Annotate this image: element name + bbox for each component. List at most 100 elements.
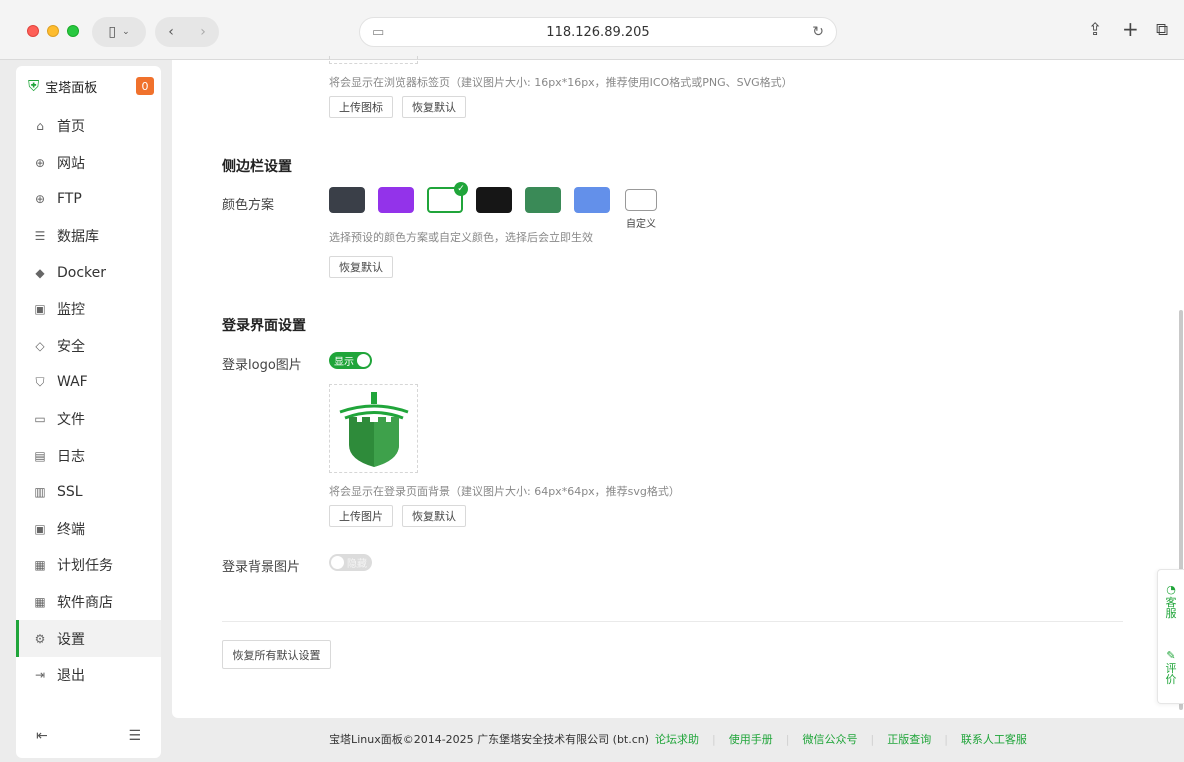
sidebar-item-apps[interactable]: ▦ 软件商店 <box>16 584 161 621</box>
ftp-icon: ⊕ <box>34 192 46 207</box>
swatch-purple[interactable] <box>378 187 414 213</box>
footer-link-forum[interactable]: 论坛求助 <box>655 731 699 747</box>
footer-link-human-support[interactable]: 联系人工客服 <box>961 731 1027 747</box>
sidebar-item-log[interactable]: ▤ 日志 <box>16 437 161 474</box>
login-logo-hint: 将会显示在登录页面背景（建议图片大小: 64px*64px，推荐svg格式） <box>329 485 680 498</box>
notification-badge[interactable]: 0 <box>136 77 154 95</box>
sidebar-item-waf[interactable]: ⛉ WAF <box>16 364 161 401</box>
toggle-on-text: 显示 <box>334 357 354 368</box>
bt-logo-icon: ⛨ <box>28 77 40 95</box>
sidebar-toggle-button[interactable]: ▯ ⌄ <box>92 17 146 47</box>
minimize-window-button[interactable] <box>47 25 59 37</box>
reload-icon[interactable]: ↻ <box>812 24 824 40</box>
sidebar-item-label: 软件商店 <box>57 595 113 612</box>
reset-sidebar-colors-button[interactable]: 恢复默认 <box>329 256 393 278</box>
sidebar-item-ssl[interactable]: ▥ SSL <box>16 474 161 511</box>
sidebar-item-logout[interactable]: ⇥ 退出 <box>16 657 161 694</box>
login-background-label: 登录背景图片 <box>222 560 301 575</box>
menu-list-icon[interactable]: ☰ <box>128 728 141 744</box>
bt-castle-logo-icon <box>339 392 409 467</box>
docker-icon: ◆ <box>35 265 45 280</box>
footer-separator: | <box>712 732 716 746</box>
footer-link-wechat[interactable]: 微信公众号 <box>802 731 857 747</box>
footer-separator: | <box>944 732 948 746</box>
sidebar-item-shield[interactable]: ◇ 安全 <box>16 328 161 365</box>
divider <box>222 621 1123 622</box>
sidebar-item-label: Docker <box>57 264 107 281</box>
apps-icon: ▦ <box>34 595 46 610</box>
gear-icon: ⚙ <box>34 631 46 646</box>
color-scheme-label: 颜色方案 <box>222 198 275 213</box>
logout-icon: ⇥ <box>34 668 46 683</box>
settings-content <box>172 60 1184 718</box>
log-icon: ▤ <box>34 448 46 463</box>
login-settings-title: 登录界面设置 <box>222 318 306 334</box>
reset-all-settings-button[interactable]: 恢复所有默认设置 <box>222 640 331 669</box>
browser-toolbar: ▯ ⌄ ‹ › ▭ 118.126.89.205 ↻ ⇪ + ⧉ <box>0 0 1184 60</box>
tab-overview-icon[interactable]: ⧉ <box>1156 20 1168 40</box>
close-window-button[interactable] <box>27 25 39 37</box>
swatch-custom[interactable] <box>625 189 657 211</box>
login-logo-toggle[interactable]: 显示 <box>329 352 372 369</box>
sidebar-item-docker[interactable]: ◆ Docker <box>16 254 161 291</box>
sidebar-item-globe[interactable]: ⊕ 网站 <box>16 145 161 182</box>
login-logo-label: 登录logo图片 <box>222 358 302 373</box>
url-text: 118.126.89.205 <box>546 24 650 40</box>
forward-arrow-icon[interactable]: › <box>200 24 206 40</box>
chevron-down-icon: ⌄ <box>122 27 130 37</box>
upload-logo-button[interactable]: 上传图片 <box>329 505 393 527</box>
brand-name: 宝塔面板 <box>45 80 98 96</box>
sidebar-item-monitor[interactable]: ▣ 监控 <box>16 291 161 328</box>
share-icon[interactable]: ⇪ <box>1088 20 1102 40</box>
copyright-text: 宝塔Linux面板©2014-2025 广东堡塔安全技术有限公司 (bt.cn) <box>329 733 650 746</box>
footer-link-manual[interactable]: 使用手册 <box>729 731 773 747</box>
swatch-green[interactable] <box>525 187 561 213</box>
history-nav: ‹ › <box>155 17 219 47</box>
database-icon: ☰ <box>34 229 46 244</box>
headset-icon: ◔ <box>1166 583 1176 596</box>
ssl-icon: ▥ <box>34 485 46 500</box>
waf-icon: ⛉ <box>35 374 45 389</box>
login-logo-preview <box>329 384 418 473</box>
favicon-hint: 将会显示在浏览器标签页（建议图片大小: 16px*16px，推荐使用ICO格式或… <box>329 76 793 89</box>
back-arrow-icon[interactable]: ‹ <box>168 24 174 40</box>
reset-favicon-button[interactable]: 恢复默认 <box>402 96 466 118</box>
monitor-icon: ▣ <box>34 302 46 317</box>
page-icon: ▭ <box>372 25 385 40</box>
upload-icon-button[interactable]: 上传图标 <box>329 96 393 118</box>
toggle-off-text: 隐藏 <box>347 559 367 570</box>
new-tab-icon[interactable]: + <box>1122 17 1139 41</box>
login-background-toggle[interactable]: 隐藏 <box>329 554 372 571</box>
footer-separator: | <box>785 732 790 746</box>
review-label: 评价 <box>1165 662 1177 686</box>
folder-icon: ▭ <box>34 412 46 427</box>
sidebar-item-label: 计划任务 <box>57 558 113 575</box>
sidebar-item-label: 监控 <box>57 302 85 319</box>
sidebar-item-label: 安全 <box>57 338 85 355</box>
footer-link-license-check[interactable]: 正版查询 <box>887 731 931 747</box>
customer-service-button[interactable]: ◔ 客服 <box>1158 584 1184 619</box>
swatch-white[interactable]: ✓ <box>427 182 468 213</box>
reset-logo-button[interactable]: 恢复默认 <box>402 505 466 527</box>
sidebar-item-gear[interactable]: ⚙ 设置 <box>16 620 161 657</box>
address-bar[interactable]: ▭ 118.126.89.205 ↻ <box>359 17 837 47</box>
floating-service-panel: ◔ 客服 ✎ 评价 <box>1157 569 1184 704</box>
sidebar-item-ftp[interactable]: ⊕ FTP <box>16 181 161 218</box>
swatch-blue[interactable] <box>574 187 610 213</box>
zoom-window-button[interactable] <box>67 25 79 37</box>
terminal-icon: ▣ <box>34 521 46 536</box>
edit-icon: ✎ <box>1166 649 1176 662</box>
review-button[interactable]: ✎ 评价 <box>1158 650 1184 685</box>
globe-icon: ⊕ <box>34 155 46 170</box>
swatch-black[interactable] <box>476 187 512 213</box>
checkmark-icon: ✓ <box>454 182 468 196</box>
sidebar-item-database[interactable]: ☰ 数据库 <box>16 218 161 255</box>
sidebar-item-home[interactable]: ⌂ 首页 <box>16 108 161 145</box>
sidebar-item-folder[interactable]: ▭ 文件 <box>16 401 161 438</box>
swatch-dark-gray[interactable] <box>329 187 365 213</box>
color-scheme-hint: 选择预设的颜色方案或自定义颜色，选择后会立即生效 <box>329 231 593 244</box>
collapse-menu-icon[interactable]: ⇤ <box>36 728 48 744</box>
sidebar-item-calendar[interactable]: ▦ 计划任务 <box>16 547 161 584</box>
favicon-preview <box>329 56 418 64</box>
sidebar-item-terminal[interactable]: ▣ 终端 <box>16 511 161 548</box>
